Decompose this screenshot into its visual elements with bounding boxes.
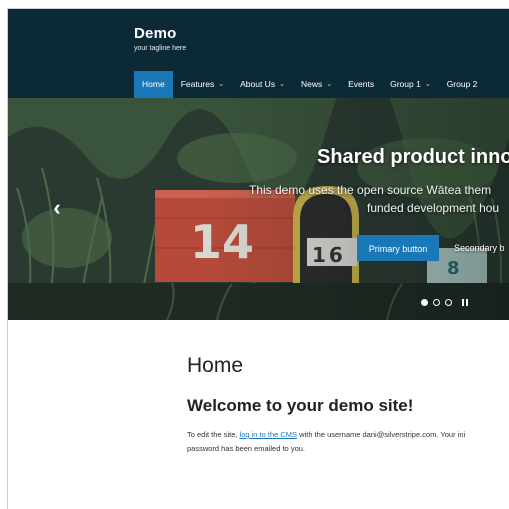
- secondary-button[interactable]: Secondary b: [446, 235, 509, 261]
- page-title: Home: [187, 354, 244, 377]
- nav-item-group-2[interactable]: Group 2: [439, 71, 486, 98]
- browser-viewport: Demo your tagline here Home Features ⌄ A…: [0, 0, 509, 509]
- site-tagline: your tagline here: [134, 45, 187, 52]
- nav-item-label: Group 2: [446, 79, 478, 89]
- carousel-dot-2[interactable]: [433, 299, 440, 306]
- nav-item-label: Group 1: [390, 79, 421, 89]
- nav-item-home[interactable]: Home: [134, 71, 173, 98]
- nav-item-group-1[interactable]: Group 1 ⌄: [382, 71, 439, 98]
- intro-text-pre: To edit the site,: [187, 430, 240, 439]
- chevron-down-icon: ⌄: [279, 81, 285, 88]
- carousel-dot-1[interactable]: [421, 299, 428, 306]
- chevron-down-icon: ⌄: [326, 81, 333, 88]
- intro-paragraph: To edit the site, log in to the CMS with…: [187, 430, 465, 439]
- hero-title: Shared product inno: [317, 146, 509, 168]
- intro-paragraph-line-2: password has been emailed to you.: [187, 444, 305, 453]
- chevron-down-icon: ⌄: [424, 81, 431, 88]
- primary-button[interactable]: Primary button: [357, 235, 439, 261]
- frame-edge: [7, 8, 509, 9]
- hero-description-line-2: funded development hou: [367, 201, 500, 215]
- nav-item-news[interactable]: News ⌄: [293, 71, 340, 98]
- hero-carousel: 14 16 8 Shared product inno This demo us…: [7, 98, 509, 320]
- chevron-down-icon: ⌄: [218, 81, 225, 88]
- frame-edge: [7, 8, 8, 509]
- site-header: Demo your tagline here Home Features ⌄ A…: [7, 8, 509, 98]
- carousel-dot-3[interactable]: [445, 299, 452, 306]
- hero-description-line-1: This demo uses the open source Wātea the…: [249, 183, 492, 197]
- carousel-indicators: [421, 299, 468, 306]
- nav-item-events[interactable]: Events: [340, 71, 382, 98]
- cms-login-link[interactable]: log in to the CMS: [240, 430, 298, 439]
- main-nav: Home Features ⌄ About Us ⌄ News ⌄ Events…: [134, 71, 485, 98]
- nav-item-features[interactable]: Features ⌄: [173, 71, 232, 98]
- intro-text-post: with the username dani@silverstripe.com.…: [297, 430, 466, 439]
- site-title[interactable]: Demo: [134, 25, 176, 42]
- chevron-left-icon[interactable]: ‹: [47, 196, 67, 220]
- nav-item-label: Home: [142, 79, 165, 89]
- nav-item-label: About Us: [240, 79, 276, 89]
- nav-item-label: Events: [348, 79, 375, 89]
- nav-item-label: News: [300, 79, 323, 89]
- nav-item-label: Features: [180, 79, 215, 89]
- page-subtitle: Welcome to your demo site!: [187, 396, 414, 415]
- nav-item-about-us[interactable]: About Us ⌄: [232, 71, 293, 98]
- main-content: Home Welcome to your demo site! To edit …: [7, 320, 509, 509]
- pause-icon[interactable]: [462, 299, 468, 306]
